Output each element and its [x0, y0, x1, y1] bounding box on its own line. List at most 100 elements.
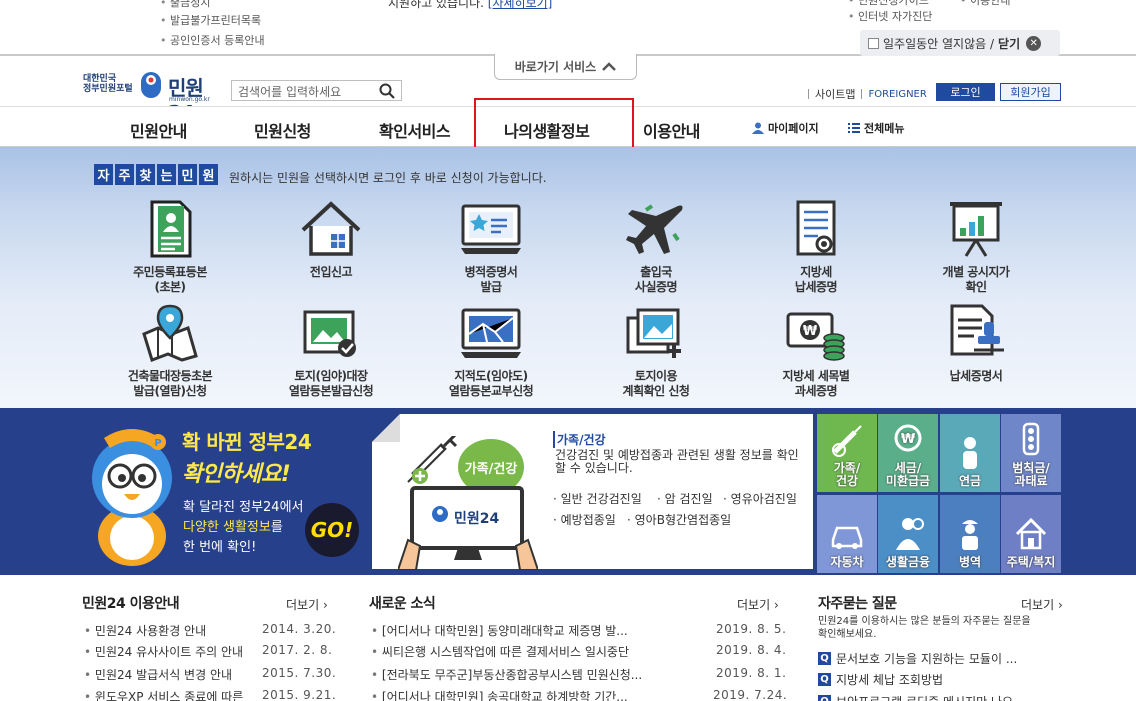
guide-item-date: 2014. 3.20. [262, 622, 337, 636]
service-label: 지적도(임야도) [454, 369, 528, 383]
tile-family-health[interactable]: 가족/건강 [817, 414, 877, 492]
service-tax-payment-certificate[interactable]: 납세증명서 [916, 304, 1036, 384]
service-resident-registration[interactable]: 주민등록표등본 (초본) [110, 200, 230, 295]
foreigner-link[interactable]: FOREIGNER [868, 89, 926, 100]
guide-item-date: 2015. 9.21. [262, 688, 337, 701]
quick-service-tab[interactable]: 바로가기 서비스 [494, 54, 637, 80]
search-icon[interactable] [378, 82, 396, 100]
tile-military[interactable]: 병역 [940, 495, 1000, 573]
top-right-link[interactable]: 인터넷 자가진단 [848, 8, 932, 24]
close-label[interactable]: 닫기 [998, 35, 1020, 52]
service-military-certificate[interactable]: 병적증명서 발급 [431, 200, 551, 295]
nav-item-usage[interactable]: 이용안내 [643, 118, 700, 142]
guide-item[interactable]: 윈도우XP 서비스 종료에 따른 [84, 688, 260, 701]
guide-item[interactable]: 민원24 유사사이트 주의 안내 [84, 643, 243, 660]
tile-housing-welfare[interactable]: 주택/복지 [1001, 495, 1061, 573]
airplane-icon [626, 204, 683, 254]
service-label: 출입국 [640, 265, 672, 279]
site-logo[interactable]: 대한민국정부민원포털 민원24 minwon.go.kr [83, 66, 223, 125]
go-button[interactable]: GO! [305, 503, 359, 557]
faq-item[interactable]: Q 보안프로그램 로딩중 메시지만 나오 [818, 693, 1013, 701]
news-item[interactable]: 씨티은행 시스템작업에 따른 결제서비스 일시중단 [371, 643, 629, 660]
card-brand: 민원24 [454, 511, 500, 527]
q-badge-icon: Q [818, 695, 831, 701]
news-item[interactable]: [전라북도 무주군]부동산종합공부시스템 민원신청... [371, 666, 642, 683]
gov-line2: 정부민원포털 [83, 84, 133, 94]
tile-car[interactable]: 자동차 [817, 495, 877, 573]
notice-detail-link[interactable]: [자세히보기] [488, 0, 553, 10]
chevron-right-icon: › [773, 598, 779, 612]
card-description: 건강검진 및 예방접종과 관련된 생활 정보를 확인할 수 있습니다. [555, 448, 799, 475]
card-link[interactable]: 예방접종일 [553, 511, 616, 528]
service-move-in-report[interactable]: 전입신고 [271, 200, 391, 280]
utility-links: 사이트맵 FOREIGNER [808, 86, 927, 102]
news-title: 새로운 소식 [369, 596, 436, 612]
mypage-link[interactable]: 마이페이지 [752, 120, 819, 136]
divider [861, 89, 863, 99]
service-label-sub: 열람등본발급신청 [288, 384, 374, 398]
news-item[interactable]: [어디서나 대학민원] 동양미래대학교 제증명 발... [371, 622, 628, 639]
guide-more-link[interactable]: 더보기 › [286, 596, 328, 613]
house-icon [1015, 517, 1047, 550]
all-menu-link[interactable]: 전체메뉴 [848, 120, 904, 136]
top-link[interactable]: 발급불가프린터목록 [160, 12, 261, 28]
search-input[interactable]: 검색어를 입력하세요 [231, 80, 402, 101]
sitemap-link[interactable]: 사이트맵 [815, 86, 855, 102]
tile-life-finance[interactable]: 생활금융 [878, 495, 938, 573]
top-right-link[interactable]: 민원신청가이드 [848, 0, 929, 8]
nav-item-guide[interactable]: 민원안내 [130, 118, 187, 142]
tile-label: 생활금융 [885, 555, 931, 569]
close-week-bar: 일주일동안 열지않음 / 닫기 ✕ [860, 30, 1060, 56]
top-link[interactable]: 출금정지 [160, 0, 210, 10]
card-link[interactable]: 암 검진일 [657, 490, 713, 507]
card-link[interactable]: 영아B형간염접종일 [627, 511, 732, 528]
title-char: 자 [94, 164, 113, 185]
guide-item[interactable]: 민원24 발급서식 변경 안내 [84, 666, 232, 683]
faq-item[interactable]: Q 지방세 체납 조회방법 [818, 671, 943, 688]
service-label: 주민등록표등본 [133, 265, 207, 279]
nav-item-verify[interactable]: 확인서비스 [379, 118, 451, 142]
faq-more-link[interactable]: 더보기 › [1021, 596, 1063, 613]
top-link[interactable]: 공인인증서 등록안내 [160, 32, 265, 48]
service-land-register[interactable]: 토지(임야)대장 열람등본발급신청 [271, 304, 391, 399]
tile-tax-refund[interactable]: ₩ 세금/미환급금 [878, 414, 938, 492]
service-local-tax-certificate[interactable]: 지방세 납세증명 [756, 200, 876, 295]
card-link[interactable]: 일반 건강검진일 [553, 490, 642, 507]
service-label-sub: 계획확인 신청 [622, 384, 690, 398]
notice-text: 지원하고 있습니다. [자세히보기] [388, 0, 552, 11]
nav-item-apply[interactable]: 민원신청 [254, 118, 311, 142]
service-building-register[interactable]: 건축물대장등초본 발급(열람)신청 [110, 304, 230, 399]
tile-fines[interactable]: 범칙금/과태료 [1001, 414, 1061, 492]
traffic-light-icon [1022, 422, 1040, 456]
banner-title-1: 확 바뀐 정부24 [182, 430, 312, 454]
week-checkbox[interactable] [868, 37, 879, 49]
faq-item[interactable]: Q 문서보호 기능을 지원하는 모듈이 ... [818, 650, 1017, 667]
tile-pension[interactable]: 연금 [940, 414, 1000, 492]
login-button[interactable]: 로그인 [936, 83, 995, 101]
close-week-label: 일주일동안 열지않음 / [883, 36, 995, 51]
service-label: 개별 공시지가 [942, 265, 1010, 279]
guide-item[interactable]: 민원24 사용환경 안내 [84, 622, 206, 639]
service-cadastral-map[interactable]: 지적도(임야도) 열람등본교부신청 [431, 304, 551, 399]
service-label: 토지이용 [634, 369, 678, 383]
close-icon[interactable]: ✕ [1026, 35, 1042, 51]
news-item-date: 2019. 8. 5. [716, 622, 787, 636]
service-land-price[interactable]: 개별 공시지가 확인 [916, 200, 1036, 295]
chart-board-icon [950, 202, 1002, 257]
nav-item-life-info[interactable]: 나의생활정보 [504, 118, 590, 142]
service-label-sub: 발급(열람)신청 [133, 384, 207, 398]
service-tax-item-certificate[interactable]: ₩ 지방세 세목별 과세증명 [756, 304, 876, 399]
service-land-use-plan[interactable]: 토지이용 계획확인 신청 [596, 304, 716, 399]
card-link[interactable]: 영유아검진일 [723, 490, 797, 507]
more-label: 더보기 [1021, 598, 1055, 612]
service-immigration-certificate[interactable]: 출입국 사실증명 [596, 200, 716, 295]
join-button[interactable]: 회원가입 [1000, 83, 1061, 101]
syringe-icon [407, 436, 458, 484]
faq-description: 민원24를 이용하시는 많은 분들의 자주묻는 질문을 확인해보세요. [818, 616, 1031, 640]
news-item[interactable]: [어디서나 대학민원] 송곡대학교 하계방학 기간... [371, 688, 628, 701]
gov-line1: 대한민국 [83, 74, 117, 84]
top-right-link[interactable]: 이용안내 [960, 0, 1010, 8]
news-item-date: 2019. 8. 1. [716, 666, 787, 680]
tile-label-sub: 과태료 [1014, 474, 1048, 488]
news-more-link[interactable]: 더보기 › [737, 596, 779, 613]
